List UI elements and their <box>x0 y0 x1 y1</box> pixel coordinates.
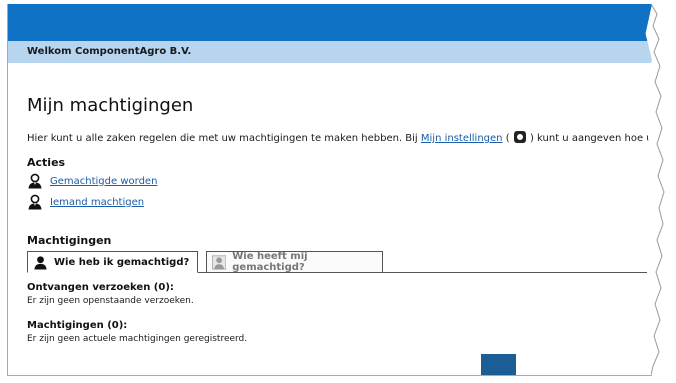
person-icon <box>212 254 227 270</box>
received-requests-heading: Ontvangen verzoeken (0): <box>27 282 174 293</box>
action-become-authorized-link[interactable]: Gemachtigde worden <box>50 176 157 187</box>
intro-text: Hier kunt u alle zaken regelen die met u… <box>27 131 652 146</box>
tab-who-authorized-me[interactable]: Wie heeft mij gemachtigd? <box>206 251 383 273</box>
received-requests-text: Er zijn geen openstaande verzoeken. <box>27 296 194 306</box>
footer-block <box>481 354 516 375</box>
person-icon <box>34 255 47 270</box>
action-authorize-someone-link[interactable]: Iemand machtigen <box>50 197 144 208</box>
torn-edge-decoration <box>651 4 665 375</box>
browser-page: Welkom ComponentAgro B.V. Mijn machtigin… <box>7 4 652 376</box>
tab-who-authorized-me-label: Wie heeft mij gemachtigd? <box>232 251 308 273</box>
tab-who-did-i-authorize-label: Wie heb ik gemachtigd? <box>54 256 190 268</box>
tab-who-did-i-authorize[interactable]: Wie heb ik gemachtigd? <box>27 251 198 273</box>
my-settings-link[interactable]: Mijn instellingen <box>421 133 503 144</box>
action-authorize-someone[interactable]: Iemand machtigen <box>27 194 144 210</box>
intro-text-after: ) kunt u aangeven hoe u bericht <box>529 133 652 144</box>
welcome-bar: Welkom ComponentAgro B.V. <box>8 41 652 63</box>
action-become-authorized[interactable]: Gemachtigde worden <box>27 173 157 189</box>
current-authorizations-heading: Machtigingen (0): <box>27 320 128 331</box>
welcome-text: Welkom ComponentAgro B.V. <box>27 46 192 57</box>
intro-text-before: Hier kunt u alle zaken regelen die met u… <box>27 133 421 144</box>
person-icon <box>28 173 42 189</box>
machtigingen-tabs: Wie heb ik gemachtigd? Wie heeft mij gem… <box>27 251 647 273</box>
top-banner <box>8 4 652 41</box>
acties-heading: Acties <box>27 156 66 169</box>
machtigingen-heading: Machtigingen <box>27 234 112 247</box>
current-authorizations-text: Er zijn geen actuele machtigingen geregi… <box>27 334 248 344</box>
person-icon <box>28 194 42 210</box>
page-title: Mijn machtigingen <box>27 95 194 116</box>
gear-icon <box>513 131 526 143</box>
